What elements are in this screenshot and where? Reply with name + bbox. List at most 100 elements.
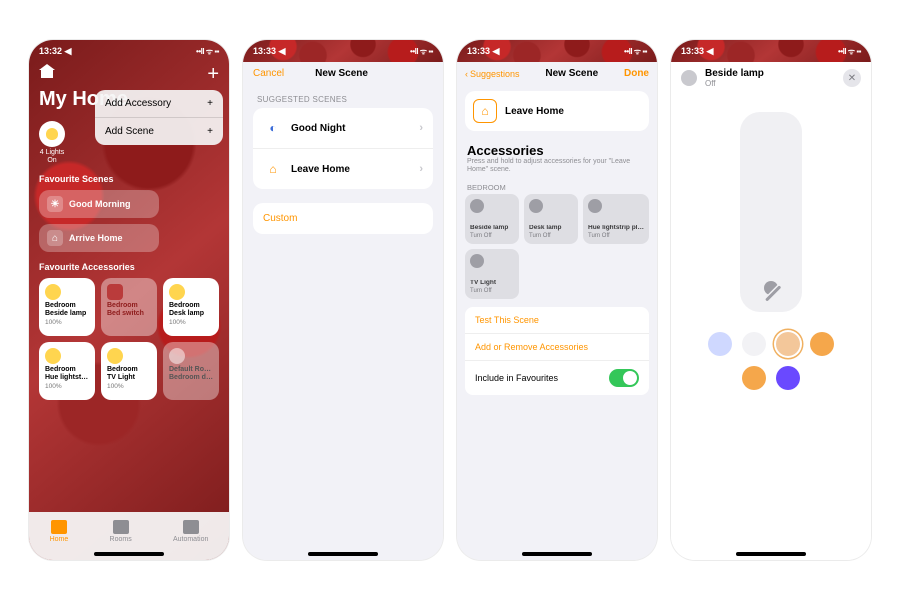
screen-new-scene-list: 13:33 ◀ ••ll ᯤ ▪▪ Cancel New Scene SUGGE… (243, 40, 443, 560)
tile-desk-lamp[interactable]: Bedroom Desk lamp100% (163, 278, 219, 336)
acc-beside-lamp[interactable]: Beside lampTurn Off (465, 194, 519, 244)
cancel-button[interactable]: Cancel (253, 68, 284, 79)
add-button[interactable]: + (207, 64, 219, 84)
test-scene-button[interactable]: Test This Scene (465, 307, 649, 334)
home-indicator[interactable] (736, 552, 806, 556)
tile-bed-switch[interactable]: Bedroom Bed switch (101, 278, 157, 336)
bulb-icon (681, 70, 697, 86)
back-button[interactable]: ‹Suggestions (465, 69, 520, 79)
tab-home[interactable]: Home (50, 520, 69, 543)
menu-add-scene[interactable]: Add Scene + (95, 118, 223, 145)
tile-hue-lightstrip[interactable]: Bedroom Hue lightst…100% (39, 342, 95, 400)
sun-icon: ☀ (47, 196, 63, 212)
bulb-icon (169, 284, 185, 300)
bulb-icon (107, 348, 123, 364)
home-indicator[interactable] (522, 552, 592, 556)
status-time: 13:33 ◀ (253, 46, 285, 57)
chevron-left-icon: ‹ (465, 69, 468, 79)
switch-icon (107, 284, 123, 300)
swatch-1[interactable] (708, 332, 732, 356)
status-indicators: ••ll ᯤ ▪▪ (838, 46, 861, 57)
add-menu-popup: Add Accessory + Add Scene + (95, 90, 223, 145)
acc-desk-lamp[interactable]: Desk lampTurn Off (524, 194, 578, 244)
bulb-icon (45, 284, 61, 300)
tab-rooms[interactable]: Rooms (110, 520, 132, 543)
house-icon: ⌂ (47, 230, 63, 246)
accessories-header: Accessories (457, 137, 657, 158)
status-bar: 13:33 ◀ ••ll ᯤ ▪▪ (457, 40, 657, 62)
suggested-header: SUGGESTED SCENES (243, 85, 443, 108)
done-button[interactable]: Done (624, 68, 649, 79)
scene-arrive-home[interactable]: ⌂ Arrive Home (39, 224, 159, 252)
home-indicator[interactable] (94, 552, 164, 556)
bulb-off-icon (761, 278, 781, 298)
row-leave-home[interactable]: ⌂ Leave Home › (253, 149, 433, 189)
chevron-right-icon: › (419, 163, 423, 175)
swatch-2[interactable] (742, 332, 766, 356)
favourites-toggle[interactable] (609, 369, 639, 387)
row-good-night[interactable]: ◐ Good Night › (253, 108, 433, 149)
bulb-icon (588, 199, 602, 213)
plus-icon: + (207, 98, 213, 109)
tab-automation[interactable]: Automation (173, 520, 208, 543)
home-icon (51, 520, 67, 534)
status-time: 13:33 ◀ (467, 46, 499, 57)
acc-hue-lightstrip[interactable]: Hue lightstrip pl…Turn Off (583, 194, 649, 244)
status-time: 13:33 ◀ (681, 46, 713, 57)
leave-home-icon: ⌂ (263, 159, 283, 179)
status-indicators: ••ll ᯤ ▪▪ (196, 46, 219, 57)
custom-button[interactable]: Custom (253, 203, 433, 234)
chevron-right-icon: › (419, 122, 423, 134)
bulb-icon (470, 254, 484, 268)
tile-default-room[interactable]: Default Ro… Bedroom d… (163, 342, 219, 400)
tile-beside-lamp[interactable]: Bedroom Beside lamp100% (39, 278, 95, 336)
suggested-list: ◐ Good Night › ⌂ Leave Home › (253, 108, 433, 189)
leave-home-icon: ⌂ (473, 99, 497, 123)
swatch-3[interactable] (776, 332, 800, 356)
rooms-icon (113, 520, 129, 534)
status-bar: 13:33 ◀ ••ll ᯤ ▪▪ (243, 40, 443, 62)
status-bar: 13:32 ◀ ••ll ᯤ ▪▪ (29, 40, 229, 62)
accessories-subtext: Press and hold to adjust accessories for… (457, 158, 657, 179)
bulb-icon (470, 199, 484, 213)
screen-home: 13:32 ◀ ••ll ᯤ ▪▪ + My Home Add Accessor… (29, 40, 229, 560)
bulb-icon (169, 348, 185, 364)
fav-scenes-header: Favourite Scenes (39, 174, 219, 184)
status-indicators: ••ll ᯤ ▪▪ (410, 46, 433, 57)
automation-icon (183, 520, 199, 534)
brightness-slider[interactable] (740, 112, 802, 312)
home-icon[interactable] (39, 64, 55, 78)
nav-title: New Scene (545, 68, 598, 79)
swatch-6[interactable] (776, 366, 800, 390)
moon-icon: ◐ (263, 118, 283, 138)
swatch-5[interactable] (742, 366, 766, 390)
plus-icon: + (207, 126, 213, 137)
bulb-icon (529, 199, 543, 213)
scene-card-leave-home[interactable]: ⌂ Leave Home (465, 91, 649, 131)
home-indicator[interactable] (308, 552, 378, 556)
room-header: BEDROOM (457, 179, 657, 194)
status-bar: 13:33 ◀ ••ll ᯤ ▪▪ (671, 40, 871, 62)
nav-bar: Cancel New Scene (243, 62, 443, 85)
tile-tv-light[interactable]: Bedroom TV Light100% (101, 342, 157, 400)
lights-summary[interactable]: 4 Lights On (39, 121, 65, 164)
fav-acc-header: Favourite Accessories (39, 262, 219, 272)
status-indicators: ••ll ᯤ ▪▪ (624, 46, 647, 57)
accessory-grid: Bedroom Beside lamp100% Bedroom Bed swit… (39, 278, 219, 400)
color-swatches (671, 312, 871, 390)
nav-title: New Scene (315, 68, 368, 79)
status-time: 13:32 ◀ (39, 46, 71, 57)
nav-bar: ‹Suggestions New Scene Done (457, 62, 657, 85)
bulb-icon (46, 128, 58, 140)
add-remove-accessories-button[interactable]: Add or Remove Accessories (465, 334, 649, 361)
light-title: Beside lamp (705, 68, 764, 79)
swatch-4[interactable] (810, 332, 834, 356)
include-in-favourites-row: Include in Favourites (465, 361, 649, 395)
accessory-grid: Beside lampTurn Off Desk lampTurn Off Hu… (457, 194, 657, 299)
close-button[interactable]: ✕ (843, 69, 861, 87)
sheet-header: Beside lamp Off ✕ (671, 62, 871, 94)
menu-add-accessory[interactable]: Add Accessory + (95, 90, 223, 118)
light-state: Off (705, 79, 764, 88)
acc-tv-light[interactable]: TV LightTurn Off (465, 249, 519, 299)
scene-good-morning[interactable]: ☀ Good Morning (39, 190, 159, 218)
